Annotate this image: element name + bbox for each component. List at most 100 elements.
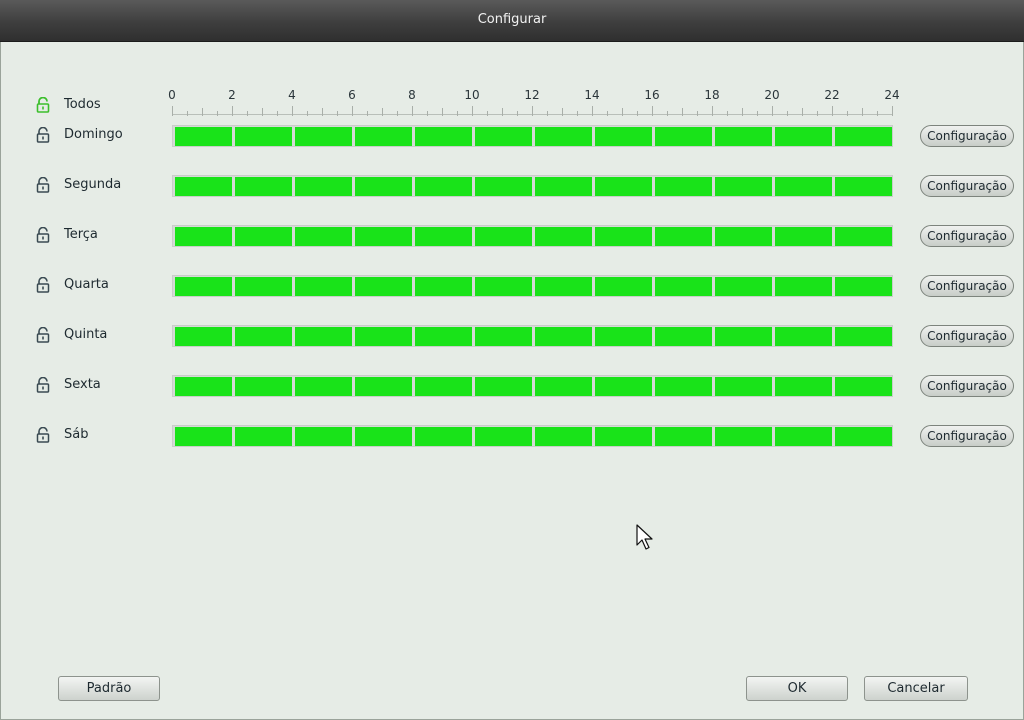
active-period-segment[interactable]	[475, 127, 532, 146]
day-lock-icon[interactable]	[36, 127, 50, 143]
active-period-segment[interactable]	[295, 177, 352, 196]
active-period-segment[interactable]	[775, 277, 832, 296]
active-period-segment[interactable]	[415, 277, 472, 296]
active-period-segment[interactable]	[475, 177, 532, 196]
active-period-segment[interactable]	[775, 227, 832, 246]
active-period-segment[interactable]	[595, 377, 652, 396]
active-period-segment[interactable]	[175, 377, 232, 396]
active-period-segment[interactable]	[775, 177, 832, 196]
active-period-segment[interactable]	[835, 427, 892, 446]
active-period-segment[interactable]	[475, 277, 532, 296]
day-lock-icon[interactable]	[36, 427, 50, 443]
active-period-segment[interactable]	[235, 127, 292, 146]
active-period-segment[interactable]	[295, 127, 352, 146]
active-period-segment[interactable]	[355, 227, 412, 246]
day-config-button[interactable]: Configuração	[920, 325, 1014, 347]
active-period-segment[interactable]	[295, 277, 352, 296]
active-period-segment[interactable]	[655, 177, 712, 196]
day-config-button[interactable]: Configuração	[920, 175, 1014, 197]
active-period-segment[interactable]	[595, 127, 652, 146]
day-lock-icon[interactable]	[36, 277, 50, 293]
active-period-segment[interactable]	[475, 227, 532, 246]
active-period-segment[interactable]	[595, 427, 652, 446]
active-period-segment[interactable]	[835, 127, 892, 146]
active-period-segment[interactable]	[655, 277, 712, 296]
day-lock-icon[interactable]	[36, 327, 50, 343]
day-config-button[interactable]: Configuração	[920, 125, 1014, 147]
active-period-segment[interactable]	[715, 377, 772, 396]
active-period-segment[interactable]	[295, 227, 352, 246]
active-period-segment[interactable]	[235, 277, 292, 296]
active-period-segment[interactable]	[475, 377, 532, 396]
active-period-segment[interactable]	[175, 327, 232, 346]
active-period-segment[interactable]	[835, 277, 892, 296]
active-period-segment[interactable]	[355, 327, 412, 346]
day-schedule-bar[interactable]	[172, 225, 893, 247]
active-period-segment[interactable]	[355, 277, 412, 296]
active-period-segment[interactable]	[535, 227, 592, 246]
active-period-segment[interactable]	[595, 277, 652, 296]
day-config-button[interactable]: Configuração	[920, 275, 1014, 297]
active-period-segment[interactable]	[415, 177, 472, 196]
active-period-segment[interactable]	[535, 427, 592, 446]
active-period-segment[interactable]	[535, 327, 592, 346]
active-period-segment[interactable]	[415, 327, 472, 346]
active-period-segment[interactable]	[295, 427, 352, 446]
active-period-segment[interactable]	[715, 327, 772, 346]
active-period-segment[interactable]	[835, 227, 892, 246]
active-period-segment[interactable]	[235, 327, 292, 346]
active-period-segment[interactable]	[235, 427, 292, 446]
active-period-segment[interactable]	[655, 127, 712, 146]
day-schedule-bar[interactable]	[172, 275, 893, 297]
active-period-segment[interactable]	[415, 127, 472, 146]
active-period-segment[interactable]	[535, 177, 592, 196]
active-period-segment[interactable]	[715, 427, 772, 446]
active-period-segment[interactable]	[175, 127, 232, 146]
active-period-segment[interactable]	[355, 377, 412, 396]
day-schedule-bar[interactable]	[172, 325, 893, 347]
active-period-segment[interactable]	[595, 227, 652, 246]
day-config-button[interactable]: Configuração	[920, 425, 1014, 447]
active-period-segment[interactable]	[835, 327, 892, 346]
active-period-segment[interactable]	[295, 327, 352, 346]
day-lock-icon[interactable]	[36, 227, 50, 243]
active-period-segment[interactable]	[175, 427, 232, 446]
day-schedule-bar[interactable]	[172, 375, 893, 397]
ok-button[interactable]: OK	[746, 676, 848, 701]
active-period-segment[interactable]	[775, 377, 832, 396]
day-config-button[interactable]: Configuração	[920, 225, 1014, 247]
active-period-segment[interactable]	[235, 377, 292, 396]
active-period-segment[interactable]	[355, 177, 412, 196]
day-lock-icon[interactable]	[36, 377, 50, 393]
active-period-segment[interactable]	[415, 427, 472, 446]
day-schedule-bar[interactable]	[172, 175, 893, 197]
active-period-segment[interactable]	[595, 177, 652, 196]
day-schedule-bar[interactable]	[172, 425, 893, 447]
all-days-lock-icon[interactable]	[36, 97, 50, 113]
active-period-segment[interactable]	[715, 277, 772, 296]
active-period-segment[interactable]	[535, 127, 592, 146]
active-period-segment[interactable]	[655, 377, 712, 396]
active-period-segment[interactable]	[415, 227, 472, 246]
active-period-segment[interactable]	[835, 177, 892, 196]
active-period-segment[interactable]	[235, 177, 292, 196]
active-period-segment[interactable]	[595, 327, 652, 346]
active-period-segment[interactable]	[655, 327, 712, 346]
default-button[interactable]: Padrão	[58, 676, 160, 701]
day-schedule-bar[interactable]	[172, 125, 893, 147]
cancel-button[interactable]: Cancelar	[864, 676, 968, 701]
active-period-segment[interactable]	[235, 227, 292, 246]
active-period-segment[interactable]	[355, 127, 412, 146]
active-period-segment[interactable]	[715, 177, 772, 196]
active-period-segment[interactable]	[775, 427, 832, 446]
active-period-segment[interactable]	[475, 327, 532, 346]
active-period-segment[interactable]	[655, 427, 712, 446]
active-period-segment[interactable]	[775, 327, 832, 346]
active-period-segment[interactable]	[835, 377, 892, 396]
active-period-segment[interactable]	[535, 377, 592, 396]
day-config-button[interactable]: Configuração	[920, 375, 1014, 397]
active-period-segment[interactable]	[175, 227, 232, 246]
active-period-segment[interactable]	[415, 377, 472, 396]
active-period-segment[interactable]	[355, 427, 412, 446]
active-period-segment[interactable]	[775, 127, 832, 146]
